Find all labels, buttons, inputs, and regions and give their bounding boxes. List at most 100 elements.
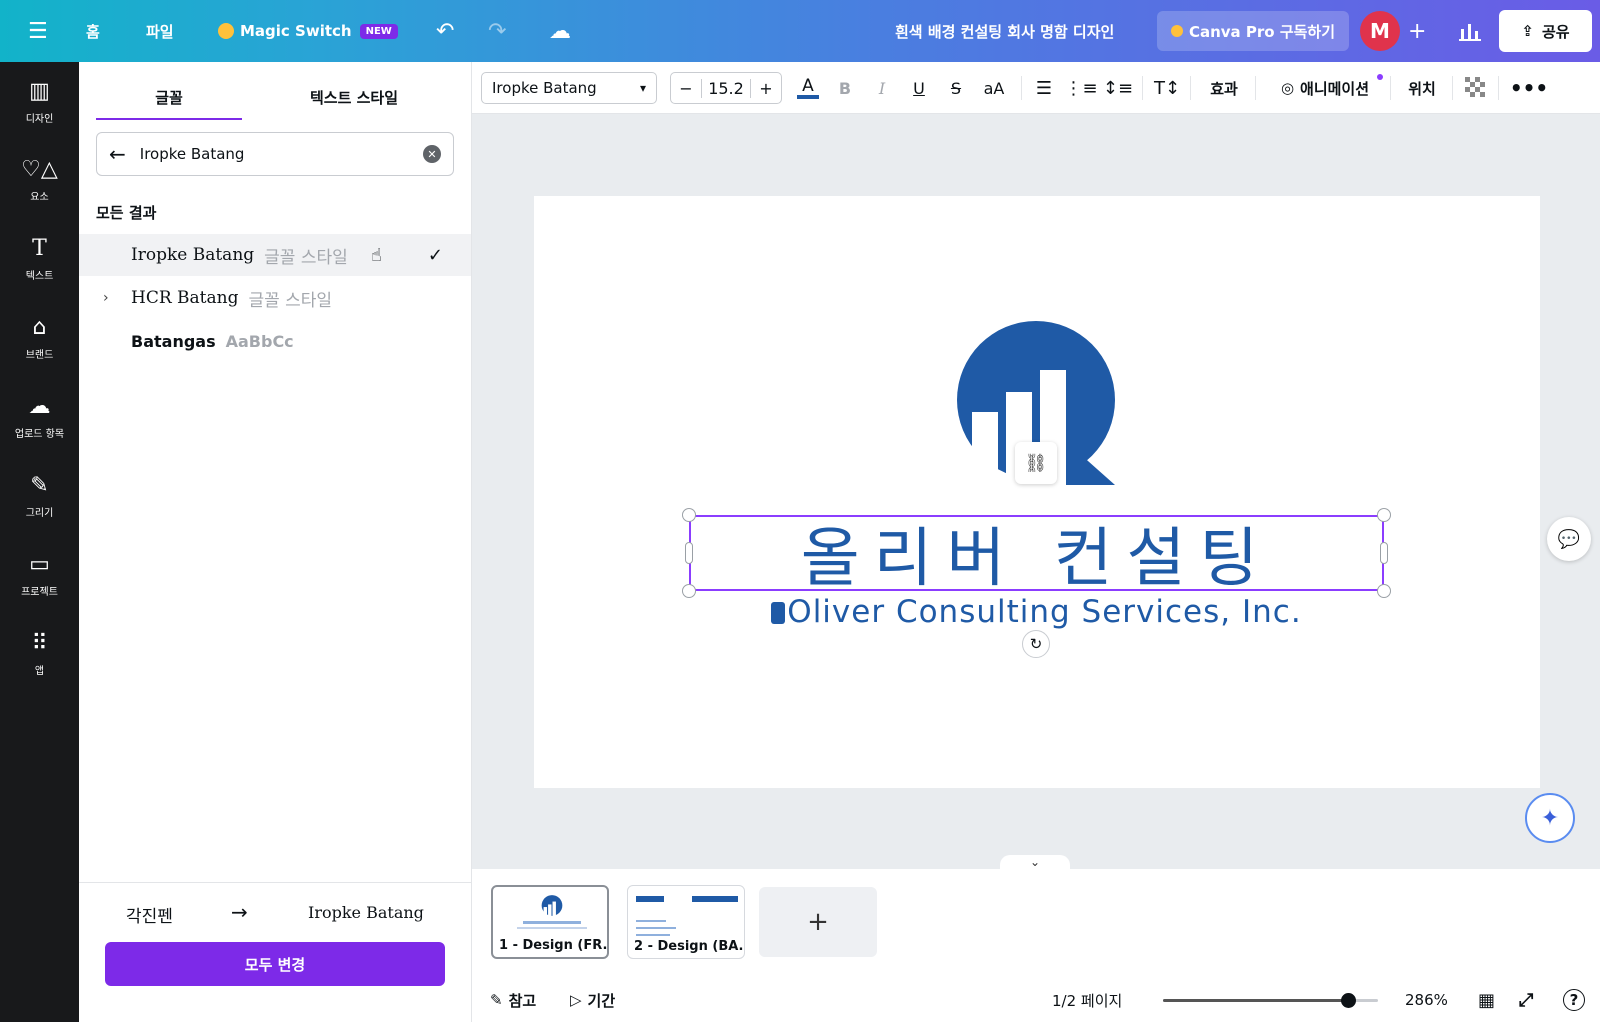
search-input[interactable]: Iropke Batang [140, 145, 245, 163]
zoom-level[interactable]: 286% [1405, 986, 1448, 1014]
chevron-right-icon[interactable]: › [103, 290, 109, 306]
document-title[interactable]: 흰색 배경 컨설팅 회사 명함 디자인 [895, 0, 1114, 62]
zoom-slider-knob[interactable] [1340, 993, 1356, 1008]
side-resize-handle[interactable] [685, 542, 693, 564]
font-size-input[interactable]: 15.2 [701, 78, 751, 98]
hamburger-icon[interactable]: ☰ [28, 0, 48, 62]
thumbnail-logo [541, 895, 563, 917]
rail-uploads[interactable]: ☁ 업로드 항목 [0, 382, 79, 452]
font-preview: AaBbCc [225, 331, 294, 351]
design-page[interactable] [534, 196, 1540, 788]
text-icon: T [32, 235, 47, 261]
font-name: HCR Batang [131, 288, 239, 308]
link-icon[interactable]: ⛓ [1015, 442, 1057, 484]
rail-text[interactable]: T 텍스트 [0, 224, 79, 294]
new-badge: NEW [359, 23, 398, 39]
thumbnail-text-line [517, 927, 587, 929]
decrease-size-button[interactable]: − [671, 79, 701, 98]
rail-label: 그리기 [25, 507, 54, 519]
top-bar: ☰ 홈 파일 Magic Switch NEW ↶ ↷ ☁ 흰색 배경 컨설팅 … [0, 0, 1600, 62]
italic-icon[interactable]: I [869, 72, 895, 104]
text-size-icon[interactable]: T↕ [1152, 72, 1182, 104]
rotate-icon[interactable]: ↻ [1022, 630, 1050, 658]
effects-button[interactable]: 효과 [1202, 72, 1246, 104]
folder-icon: ▭ [29, 551, 50, 577]
file-menu[interactable]: 파일 [146, 0, 174, 62]
cloud-saved-icon[interactable]: ☁ [549, 0, 571, 62]
text-cursor-marker [771, 602, 786, 624]
plus-icon[interactable]: + [1408, 0, 1426, 62]
hand-cursor-icon: ☝ [371, 244, 382, 266]
strikethrough-icon[interactable]: S [943, 72, 969, 104]
side-resize-handle[interactable] [1380, 542, 1388, 564]
tab-fonts[interactable]: 글꼴 [96, 76, 242, 120]
notes-label: 참고 [508, 991, 537, 1010]
notes-button[interactable]: ✎ 참고 [490, 986, 536, 1014]
text-color-icon: A [802, 76, 814, 96]
bold-icon[interactable]: B [832, 72, 858, 104]
letter-case-icon[interactable]: aA [977, 72, 1011, 104]
redo-icon[interactable]: ↷ [488, 0, 506, 62]
replace-all-button[interactable]: 모두 변경 [105, 942, 445, 986]
divider [1021, 76, 1022, 100]
clear-search-icon[interactable]: ✕ [423, 145, 441, 163]
duration-button[interactable]: ▷ 기간 [570, 986, 615, 1014]
list-icon[interactable]: ⋮≡ [1064, 72, 1097, 104]
share-button[interactable]: ⇪ 공유 [1499, 10, 1592, 52]
back-arrow-icon[interactable]: ← [109, 142, 126, 166]
text-color-swatch [797, 95, 819, 99]
help-icon[interactable]: ? [1563, 989, 1585, 1011]
thumbnail-text-line [692, 896, 738, 902]
chevron-down-icon: ▾ [639, 81, 646, 95]
play-icon: ▷ [570, 991, 582, 1009]
underline-icon[interactable]: U [906, 72, 932, 104]
home-menu[interactable]: 홈 [86, 0, 100, 62]
company-name-english[interactable]: Oliver Consulting Services, Inc. [689, 594, 1384, 634]
thumbnail-text-line [636, 896, 664, 902]
collapse-strip-icon[interactable]: ⌄ [1000, 855, 1070, 873]
avatar[interactable]: M [1360, 11, 1400, 51]
undo-icon[interactable]: ↶ [436, 0, 454, 62]
spacing-icon[interactable]: ↕≡ [1103, 72, 1133, 104]
add-comment-icon[interactable]: 💬 [1547, 517, 1591, 561]
position-button[interactable]: 위치 [1402, 72, 1442, 104]
text-color-button[interactable]: A [795, 72, 821, 104]
fullscreen-icon[interactable]: ⤢ [1519, 986, 1533, 1014]
zoom-slider[interactable] [1163, 993, 1378, 1008]
font-family-dropdown[interactable]: Iropke Batang ▾ [481, 72, 657, 104]
font-result-iropke[interactable]: Iropke Batang 글꼴 스타일 ☝ ✓ [79, 234, 471, 276]
bar-chart-icon[interactable] [1459, 0, 1481, 62]
text-toolbar: Iropke Batang ▾ − 15.2 + A B I U S aA ☰ … [472, 62, 1600, 114]
rail-design[interactable]: ▥ 디자인 [0, 67, 79, 137]
page-thumbnail-1[interactable]: 1 - Design (FR... [491, 885, 609, 959]
rail-label: 텍스트 [25, 270, 54, 282]
rail-brand[interactable]: ⌂ 브랜드 [0, 303, 79, 373]
font-panel: 글꼴 텍스트 스타일 ← Iropke Batang ✕ 모든 결과 Iropk… [79, 62, 472, 1022]
thumbnail-text-line [636, 927, 676, 929]
magic-assistant-icon[interactable]: ✦ [1525, 793, 1575, 843]
font-result-batangas[interactable]: Batangas AaBbCc [79, 320, 471, 362]
more-icon[interactable]: ••• [1510, 72, 1548, 104]
brand-icon: ⌂ [32, 314, 47, 340]
page-thumbnail-2[interactable]: 2 - Design (BA... [627, 885, 745, 959]
magic-switch-button[interactable]: Magic Switch NEW [218, 0, 398, 62]
increase-size-button[interactable]: + [751, 79, 781, 98]
duration-label: 기간 [587, 991, 616, 1010]
rail-draw[interactable]: ✎ 그리기 [0, 461, 79, 531]
draw-icon: ✎ [30, 472, 49, 498]
page-indicator[interactable]: 1/2 페이지 [1052, 986, 1122, 1014]
add-page-button[interactable]: + [759, 887, 877, 957]
align-center-icon[interactable]: ☰ [1030, 72, 1058, 104]
resize-handle[interactable] [1377, 508, 1391, 522]
thumbnail-text-line [636, 934, 670, 936]
tab-text-styles[interactable]: 텍스트 스타일 [269, 76, 439, 118]
transparency-icon[interactable] [1464, 72, 1488, 104]
rail-projects[interactable]: ▭ 프로젝트 [0, 540, 79, 610]
canva-pro-button[interactable]: Canva Pro 구독하기 [1157, 11, 1349, 51]
font-result-hcr[interactable]: › HCR Batang 글꼴 스타일 [79, 277, 471, 319]
resize-handle[interactable] [682, 508, 696, 522]
rail-elements[interactable]: ♡△ 요소 [0, 145, 79, 215]
rail-apps[interactable]: ⠿ 앱 [0, 619, 79, 689]
grid-view-icon[interactable]: ▦ [1478, 986, 1495, 1014]
animate-button[interactable]: ◎ 애니메이션 [1267, 72, 1383, 104]
